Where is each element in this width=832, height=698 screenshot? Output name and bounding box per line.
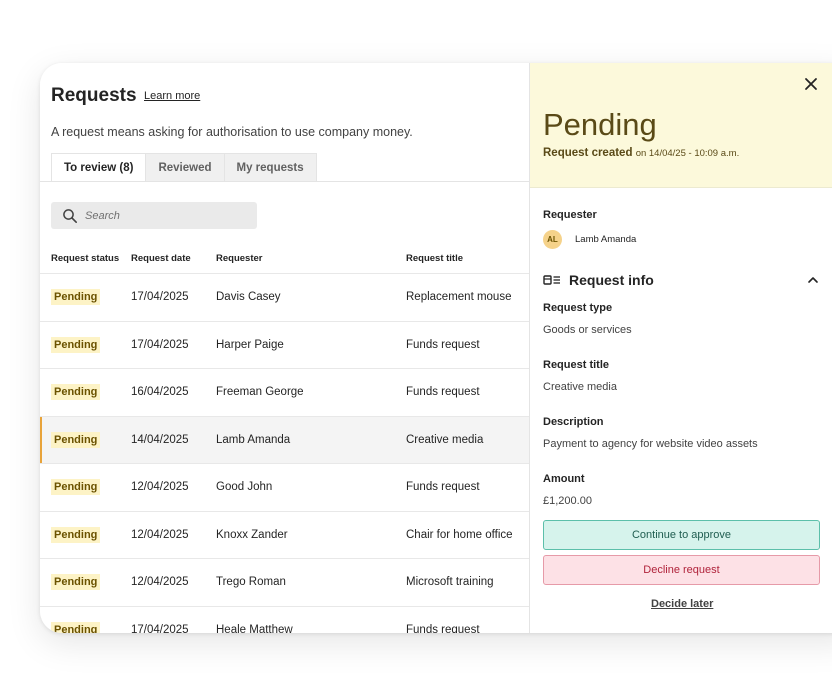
requester-name: Davis Casey [216, 291, 281, 304]
tab-my-requests[interactable]: My requests [224, 153, 317, 182]
request-title: Creative media [406, 433, 484, 446]
tab-reviewed[interactable]: Reviewed [146, 153, 225, 182]
search-icon [63, 208, 77, 223]
requester-name: Harper Paige [216, 338, 284, 351]
request-date: 12/04/2025 [131, 576, 189, 589]
request-title: Replacement mouse [406, 291, 512, 304]
table-row[interactable]: Pending 17/04/2025 Harper Paige Funds re… [40, 322, 529, 369]
amount-label: Amount [543, 473, 585, 485]
status-header: Pending Request created on 14/04/25 - 10… [530, 63, 832, 188]
table-row[interactable]: Pending 12/04/2025 Knoxx Zander Chair fo… [40, 512, 529, 559]
request-title-label: Request title [543, 359, 610, 371]
request-title: Chair for home office [406, 528, 513, 541]
request-date: 14/04/2025 [131, 433, 189, 446]
search-input[interactable]: Search [51, 202, 257, 229]
request-info-section-header[interactable]: Request info [543, 272, 654, 288]
status-badge: Pending [51, 384, 101, 401]
request-date: 12/04/2025 [131, 481, 189, 494]
requester-name: Lamb Amanda [216, 433, 291, 446]
description-label: Description [543, 416, 604, 428]
column-header-requester[interactable]: Requester [216, 253, 262, 264]
column-header-title[interactable]: Request title [406, 253, 463, 264]
approve-button[interactable]: Continue to approve [543, 520, 820, 550]
learn-more-link[interactable]: Learn more [144, 90, 200, 102]
chevron-up-icon[interactable] [807, 275, 819, 285]
amount-value: £1,200.00 [543, 495, 592, 507]
status-badge: Pending [51, 621, 101, 633]
request-title: Funds request [406, 623, 480, 633]
requests-list-pane: Requests Learn more A request means aski… [40, 63, 529, 633]
table-row[interactable]: Pending 16/04/2025 Freeman George Funds … [40, 369, 529, 417]
request-date: 16/04/2025 [131, 386, 189, 399]
status-badge: Pending [51, 289, 101, 306]
tabs-divider [40, 181, 529, 182]
requester-name: Trego Roman [216, 576, 286, 589]
search-placeholder: Search [85, 209, 120, 222]
request-type-value: Goods or services [543, 324, 632, 336]
requests-table: Pending 17/04/2025 Davis Casey Replaceme… [40, 273, 529, 633]
status-badge: Pending [51, 526, 101, 543]
column-header-status[interactable]: Request status [51, 253, 119, 264]
request-title: Funds request [406, 386, 480, 399]
status-badge: Pending [51, 479, 101, 496]
avatar: AL [543, 230, 562, 249]
table-row[interactable]: Pending 12/04/2025 Good John Funds reque… [40, 464, 529, 512]
request-date: 17/04/2025 [131, 291, 189, 304]
decline-button[interactable]: Decline request [543, 555, 820, 585]
request-date: 17/04/2025 [131, 338, 189, 351]
requester-name: Freeman George [216, 386, 304, 399]
requester-label: Requester [543, 209, 597, 221]
request-detail-pane: Pending Request created on 14/04/25 - 10… [529, 63, 832, 633]
column-header-date[interactable]: Request date [131, 253, 191, 264]
created-date: on 14/04/25 - 10:09 a.m. [635, 148, 740, 159]
request-title: Funds request [406, 481, 480, 494]
tab-bar: To review (8) Reviewed My requests [51, 153, 317, 182]
info-card-icon [543, 275, 560, 285]
status-badge: Pending [51, 431, 101, 448]
page-subtitle: A request means asking for authorisation… [51, 125, 413, 139]
requester-name: Good John [216, 481, 273, 494]
description-value: Payment to agency for website video asse… [543, 438, 758, 450]
status-badge: Pending [51, 574, 101, 591]
requester-name: Knoxx Zander [216, 528, 288, 541]
request-title: Microsoft training [406, 576, 494, 589]
close-icon[interactable] [802, 75, 820, 93]
request-date: 17/04/2025 [131, 623, 189, 633]
status-title: Pending [543, 107, 657, 142]
table-row[interactable]: Pending 12/04/2025 Trego Roman Microsoft… [40, 559, 529, 607]
section-title: Request info [569, 272, 654, 288]
request-title: Funds request [406, 338, 480, 351]
request-type-label: Request type [543, 302, 613, 314]
tab-to-review[interactable]: To review (8) [51, 153, 147, 182]
request-date: 12/04/2025 [131, 528, 189, 541]
decide-later-link[interactable]: Decide later [651, 598, 713, 610]
app-window: Requests Learn more A request means aski… [40, 63, 832, 633]
page-title: Requests [51, 85, 137, 106]
requester-name: Lamb Amanda [575, 234, 637, 245]
table-row-selected[interactable]: Pending 14/04/2025 Lamb Amanda Creative … [40, 416, 529, 464]
table-row[interactable]: Pending 17/04/2025 Davis Casey Replaceme… [40, 274, 529, 322]
status-badge: Pending [51, 336, 101, 353]
table-row[interactable]: Pending 17/04/2025 Heale Matthew Funds r… [40, 607, 529, 633]
created-label: Request created [543, 147, 633, 159]
requester-name: Heale Matthew [216, 623, 293, 633]
created-info: Request created on 14/04/25 - 10:09 a.m. [543, 147, 739, 159]
request-title-value: Creative media [543, 381, 617, 393]
